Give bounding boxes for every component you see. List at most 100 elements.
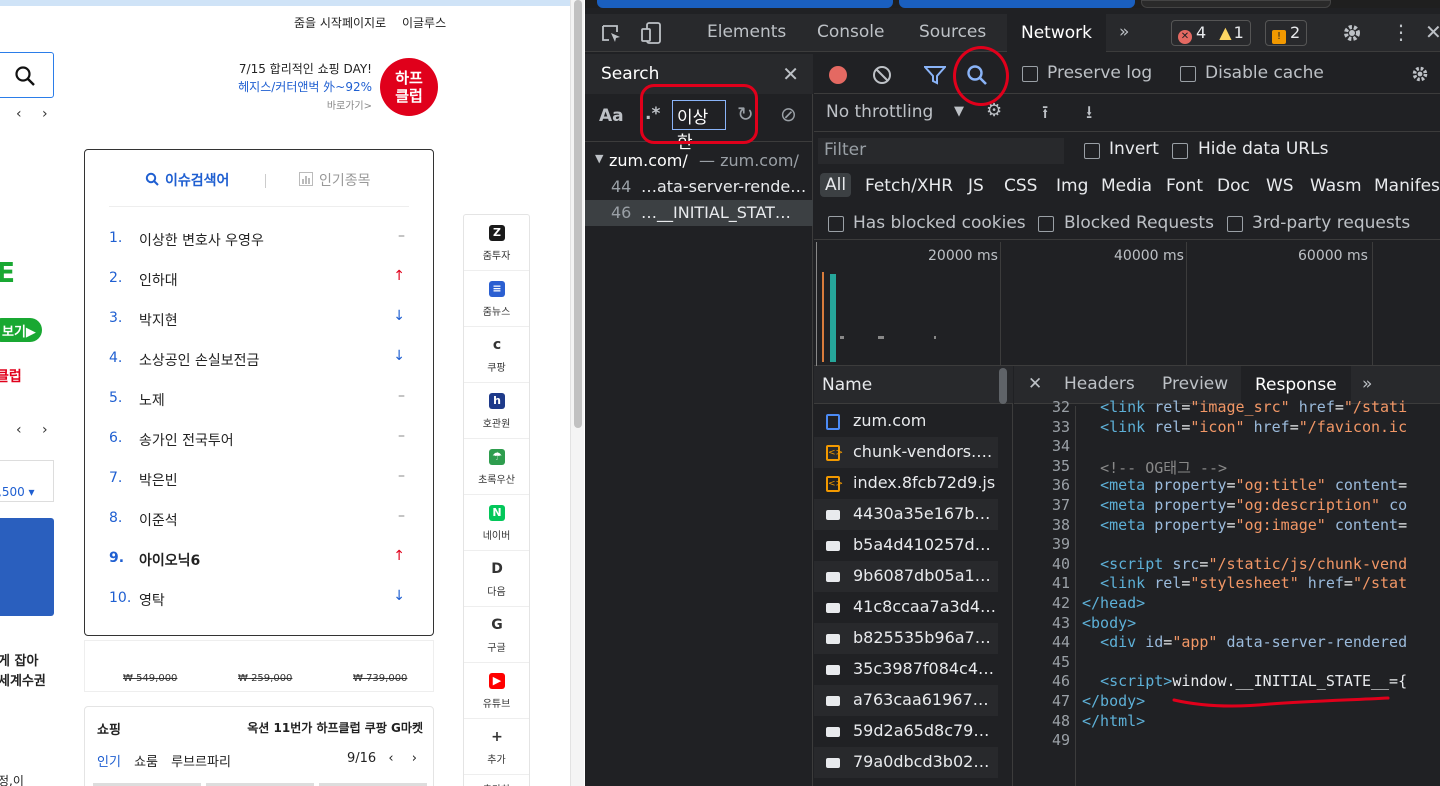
request-row[interactable]: 41c8ccaa7a3d4… — [814, 592, 998, 623]
issue-keyword-item[interactable]: 1. 이상한 변호사 우영우 – — [109, 228, 409, 252]
search-button[interactable] — [0, 52, 54, 98]
egloos-link[interactable]: 이글루스 — [402, 16, 446, 30]
search-result-group[interactable]: ▼ zum.com/ — zum.com/ — [585, 148, 813, 174]
request-row[interactable]: 35c3987f084c4… — [814, 654, 998, 685]
quick-link-naver[interactable]: N 네이버 — [464, 495, 529, 551]
tab-showroom[interactable]: 쇼룸 — [134, 755, 158, 770]
close-devtools-icon[interactable]: ✕ — [1425, 20, 1440, 44]
third-party-checkbox[interactable] — [1227, 216, 1243, 232]
request-list-header[interactable]: Name — [814, 366, 1013, 404]
news-thumbnail[interactable] — [0, 518, 54, 616]
issue-keyword-item[interactable]: 4. 소상공인 손실보전금 ↓ — [109, 348, 409, 372]
tab-headers[interactable]: Headers — [1064, 374, 1135, 394]
search-result-line[interactable]: 46 …__INITIAL_STAT… — [585, 200, 813, 226]
quick-link-coupang[interactable]: c 쿠팡 — [464, 327, 529, 383]
more-tabs-icon[interactable]: » — [1119, 22, 1129, 42]
type-filter-ws[interactable]: WS — [1266, 176, 1294, 196]
set-homepage-link[interactable]: 줌을 시작페이지로 — [294, 16, 386, 30]
request-list-scrollbar[interactable] — [999, 368, 1007, 404]
filter-funnel-icon[interactable] — [924, 65, 946, 85]
type-filter-css[interactable]: CSS — [1004, 176, 1037, 196]
type-filter-fetch-xhr[interactable]: Fetch/XHR — [865, 176, 953, 196]
tab-louvre-paris[interactable]: 루브르파리 — [171, 755, 231, 770]
type-filter-manifest[interactable]: Manifest — [1374, 176, 1440, 196]
toolbar-button[interactable] — [1141, 0, 1331, 8]
type-filter-doc[interactable]: Doc — [1217, 176, 1250, 196]
next-arrow-icon[interactable]: › — [42, 106, 48, 122]
quick-link-green-umbrella[interactable]: ☂ 초록우산 — [464, 439, 529, 495]
quick-link-youtube[interactable]: ▶ 유튜브 — [464, 663, 529, 719]
next-arrow-icon[interactable]: › — [42, 422, 48, 438]
invert-checkbox[interactable] — [1084, 143, 1100, 159]
promo-subtitle[interactable]: 헤지스/커터앤벅 外~92% — [200, 78, 372, 95]
hide-data-urls-checkbox[interactable] — [1172, 143, 1188, 159]
issue-keyword-item[interactable]: 3. 박지현 ↓ — [109, 308, 409, 332]
prev-arrow-icon[interactable]: ‹ — [388, 751, 393, 766]
issue-keyword-item[interactable]: 7. 박은빈 – — [109, 468, 409, 492]
issue-keyword-item[interactable]: 9. 아이오닉6 ↑ — [109, 548, 409, 572]
search-result-line[interactable]: 44 …ata-server-rende… — [585, 174, 813, 200]
error-warning-counter[interactable]: ✕ 4 ▲ 1 — [1171, 20, 1251, 46]
scrollbar-thumb[interactable] — [574, 0, 582, 428]
request-row[interactable]: a763caa619674… — [814, 685, 998, 716]
more-tabs-icon[interactable]: » — [1362, 374, 1372, 394]
request-row[interactable]: zum.com — [814, 406, 998, 437]
toolbar-button[interactable] — [597, 0, 893, 8]
clear-icon[interactable]: ⊘ — [780, 102, 797, 126]
quick-link-google[interactable]: G 구글 — [464, 607, 529, 663]
blocked-cookies-checkbox[interactable] — [828, 216, 844, 232]
filter-input[interactable]: Filter — [818, 138, 1064, 164]
request-row[interactable]: <> chunk-vendors.… — [814, 437, 998, 468]
close-icon[interactable]: ✕ — [1028, 374, 1042, 394]
preserve-log-checkbox[interactable] — [1022, 66, 1038, 82]
shopping-mall-links[interactable]: 옥션 11번가 하프클럽 쿠팡 G마켓 — [247, 719, 423, 736]
match-case-toggle[interactable]: Aa — [599, 106, 624, 126]
settings-gear-icon[interactable] — [1341, 22, 1363, 44]
inspect-element-icon[interactable] — [601, 24, 623, 44]
page-scrollbar[interactable] — [570, 0, 584, 786]
issue-keyword-item[interactable]: 10. 영탁 ↓ — [109, 588, 409, 612]
halfclub-logo[interactable]: 하프 클럽 — [380, 58, 438, 116]
quick-link-add[interactable]: + 추가 — [464, 719, 529, 775]
clear-icon[interactable] — [872, 65, 892, 85]
import-har-icon[interactable]: ⭱ — [1042, 100, 1048, 130]
request-row[interactable]: <> index.8fcb72d9.js — [814, 468, 998, 499]
type-filter-font[interactable]: Font — [1166, 176, 1203, 196]
prev-arrow-icon[interactable]: ‹ — [16, 422, 22, 438]
request-row[interactable]: 9b6087db05a14… — [814, 561, 998, 592]
quick-link-zum-news[interactable]: ≡ 줌뉴스 — [464, 271, 529, 327]
request-row[interactable]: 79a0dbcd3b024… — [814, 747, 998, 778]
quick-link-hogwanwon[interactable]: h 호관원 — [464, 383, 529, 439]
close-icon[interactable]: ✕ — [782, 62, 799, 86]
request-row[interactable]: 59d2a65d8c794… — [814, 716, 998, 747]
type-filter-js[interactable]: JS — [968, 176, 984, 196]
throttling-select[interactable]: No throttling — [826, 102, 933, 122]
promo-title[interactable]: 7/15 합리적인 쇼핑 DAY! — [200, 60, 372, 77]
record-icon[interactable] — [829, 66, 847, 84]
ad-view-button[interactable]: 보기▶ — [0, 318, 42, 342]
quick-link-daum[interactable]: D 다음 — [464, 551, 529, 607]
dropdown-triangle-icon[interactable]: ▼ — [954, 104, 964, 119]
tab-network[interactable]: Network — [1007, 14, 1106, 52]
type-filter-media[interactable]: Media — [1101, 176, 1152, 196]
issue-keyword-item[interactable]: 8. 이준석 – — [109, 508, 409, 532]
tab-elements[interactable]: Elements — [707, 22, 786, 42]
type-filter-wasm[interactable]: Wasm — [1310, 176, 1362, 196]
toolbar-button[interactable] — [899, 0, 1135, 8]
blocked-requests-checkbox[interactable] — [1038, 216, 1054, 232]
issues-counter[interactable]: ! 2 — [1265, 20, 1308, 46]
response-source-view[interactable]: 32 <link rel="image_src" href="/stati 33 … — [1014, 398, 1440, 786]
next-arrow-icon[interactable]: › — [412, 751, 417, 766]
tab-sources[interactable]: Sources — [919, 22, 986, 42]
tab-preview[interactable]: Preview — [1162, 374, 1228, 394]
request-row[interactable]: 4430a35e167b4… — [814, 499, 998, 530]
kebab-menu-icon[interactable]: ⋮ — [1391, 20, 1411, 44]
network-settings-icon[interactable] — [1410, 64, 1430, 84]
issue-keyword-item[interactable]: 5. 노제 – — [109, 388, 409, 412]
news-snippet[interactable]: 정,이 — [0, 772, 24, 786]
promo-link[interactable]: 바로가기> — [200, 97, 372, 112]
device-toolbar-icon[interactable] — [641, 22, 663, 44]
tab-popular-stocks[interactable]: 인기종목 — [299, 170, 371, 190]
network-overview-timeline[interactable]: 20000 ms 40000 ms 60000 ms — [814, 242, 1440, 366]
disable-cache-checkbox[interactable] — [1180, 66, 1196, 82]
